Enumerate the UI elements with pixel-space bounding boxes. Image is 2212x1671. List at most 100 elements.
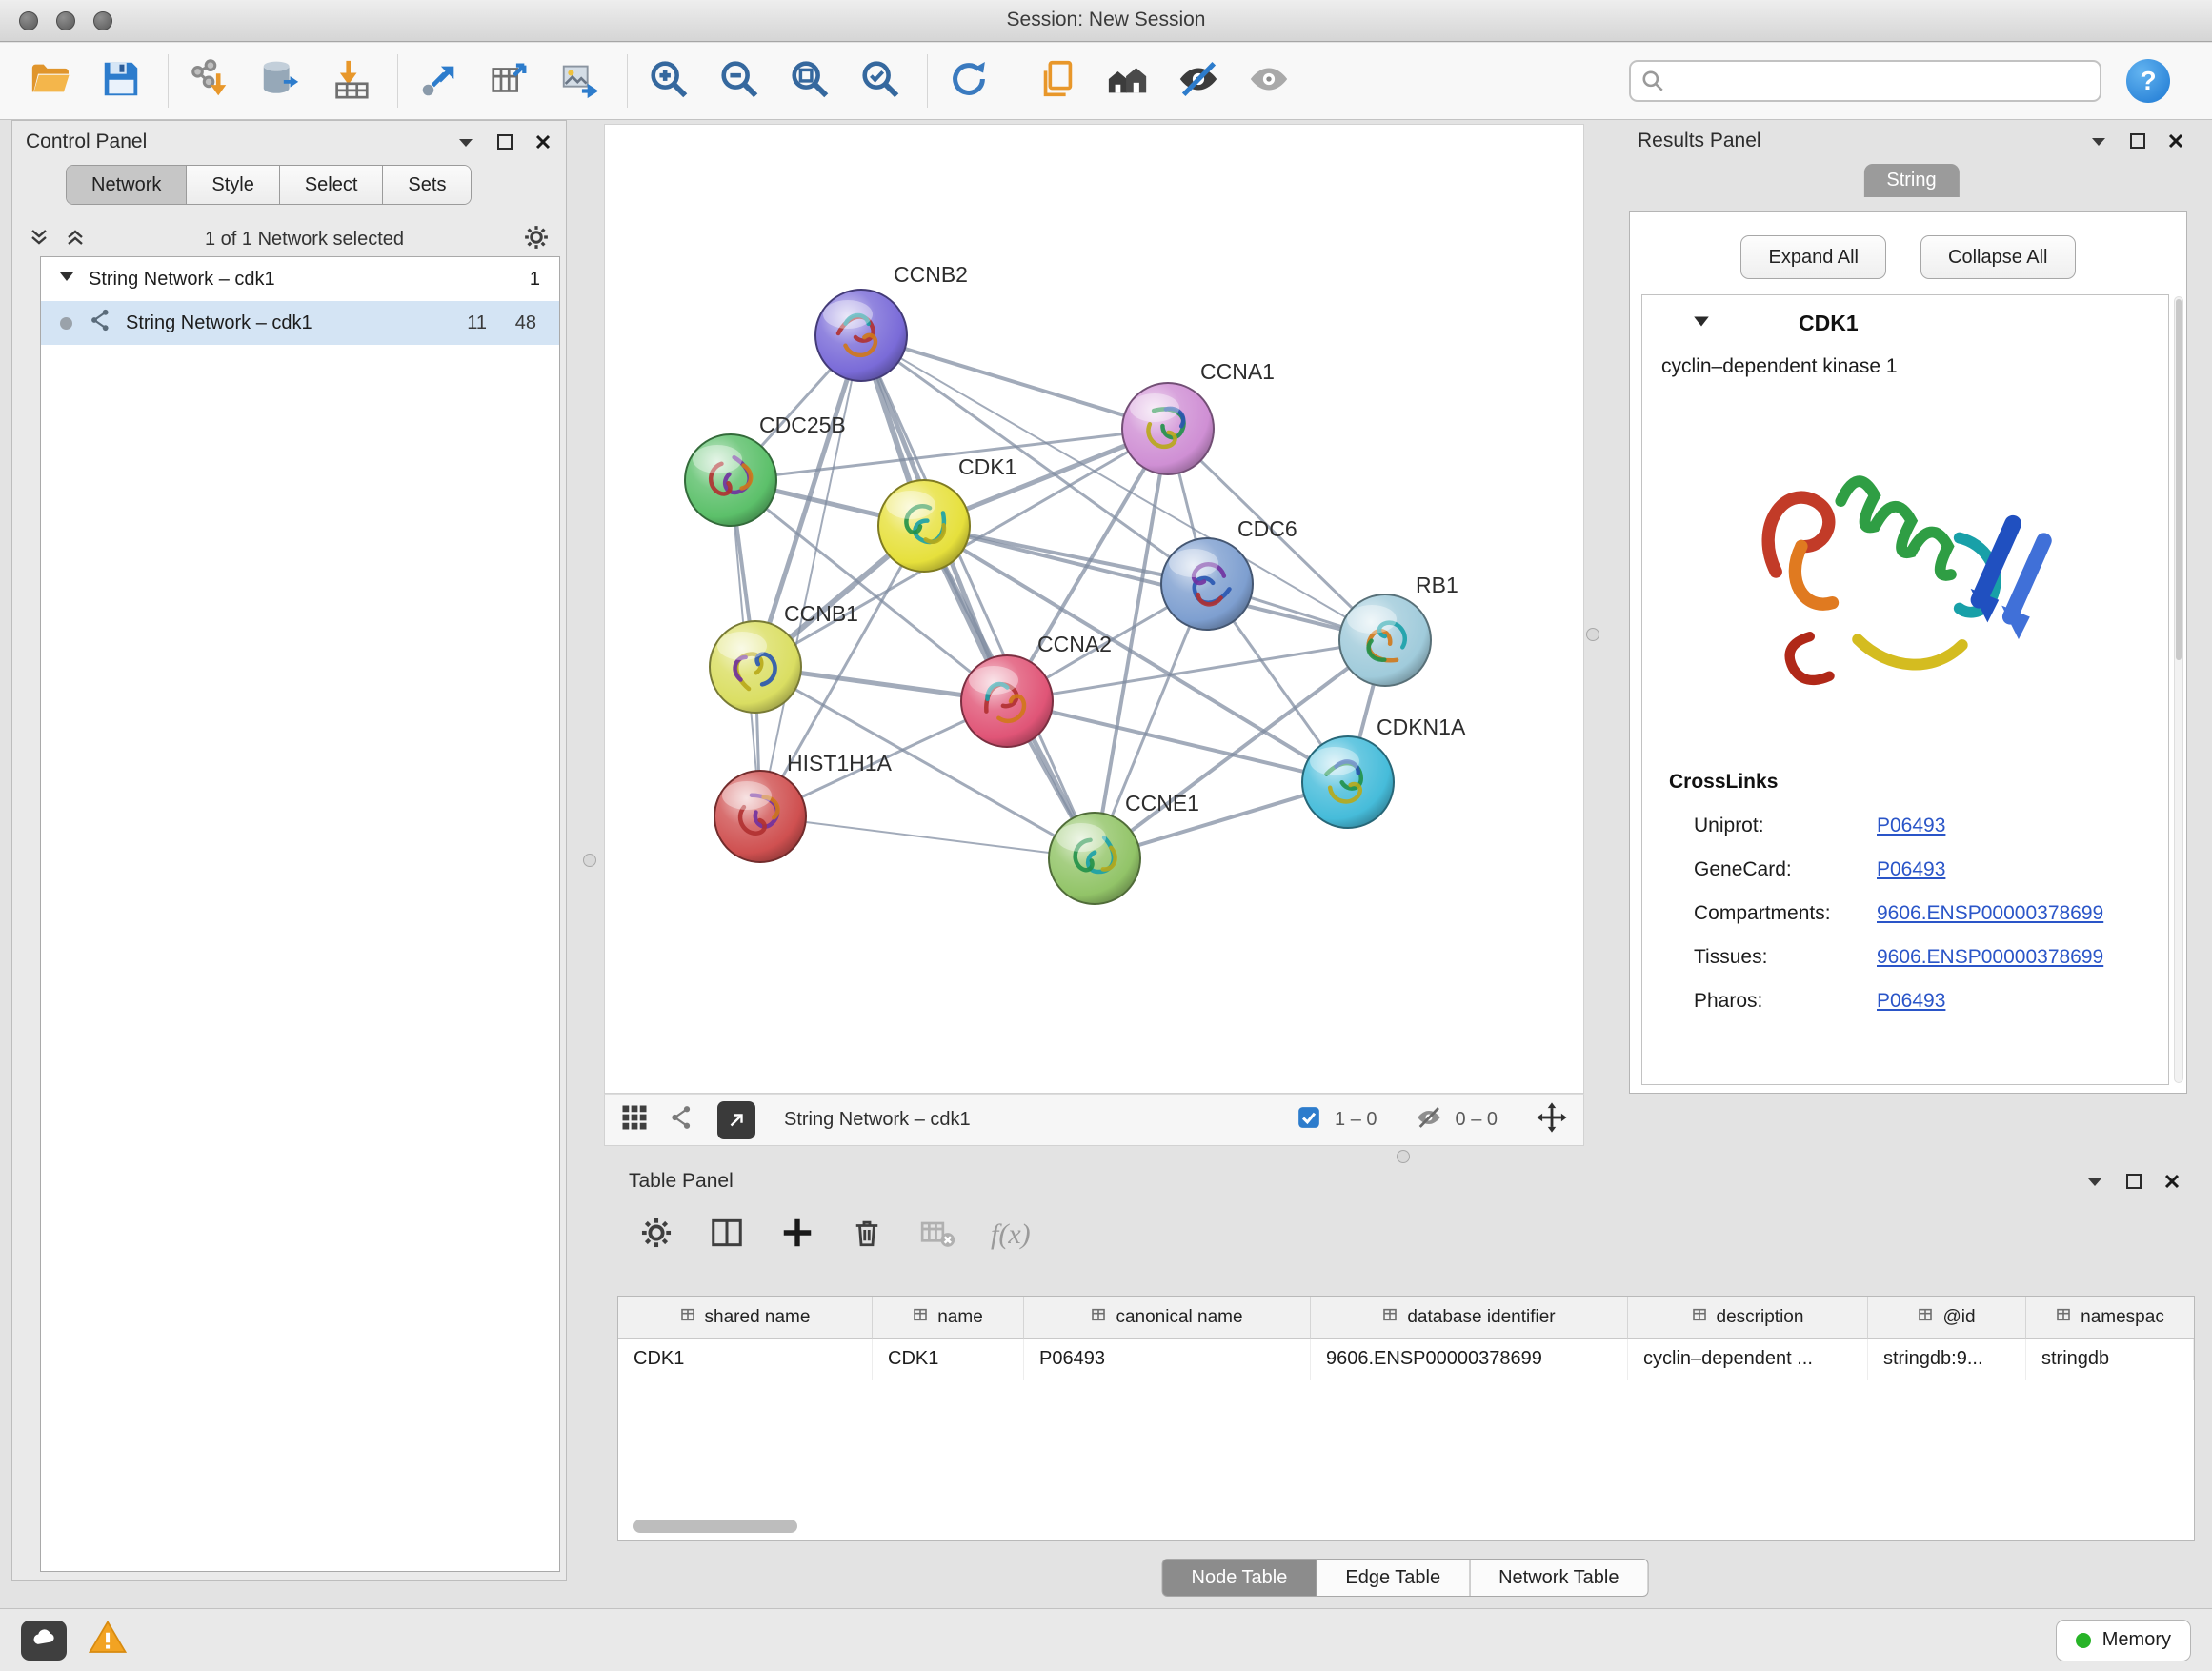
warning-button[interactable]	[88, 1618, 128, 1662]
function-builder-button[interactable]: f(x)	[991, 1218, 1031, 1251]
pan-crosshair-icon[interactable]	[1536, 1101, 1568, 1139]
cell-id[interactable]: stringdb:9...	[1868, 1339, 2026, 1380]
minimize-window-button[interactable]	[56, 11, 75, 30]
table-row[interactable]: CDK1 CDK1 P06493 9606.ENSP00000378699 cy…	[618, 1339, 2194, 1380]
column-header-id[interactable]: @id	[1868, 1297, 2026, 1339]
network-collection-row[interactable]: String Network – cdk1 1	[41, 257, 559, 301]
cell-description[interactable]: cyclin–dependent ...	[1628, 1339, 1868, 1380]
horizontal-scrollbar-thumb[interactable]	[633, 1520, 797, 1533]
crosslink-link[interactable]: 9606.ENSP00000378699	[1877, 902, 2103, 925]
save-session-button[interactable]	[93, 51, 149, 111]
export-image-button[interactable]	[553, 51, 608, 111]
zoom-fit-button[interactable]	[782, 51, 837, 111]
tab-edge-table[interactable]: Edge Table	[1316, 1559, 1470, 1597]
zoom-out-button[interactable]	[712, 51, 767, 111]
entry-disclosure-triangle-icon[interactable]	[1692, 312, 1711, 335]
zoom-window-button[interactable]	[93, 11, 112, 30]
panel-maximize-icon[interactable]	[2124, 1172, 2143, 1191]
results-scrollbar[interactable]	[2174, 296, 2183, 1083]
network-node-ccnb1[interactable]	[710, 621, 801, 713]
network-node-cdc25b[interactable]	[685, 434, 776, 526]
crosslink-link[interactable]: 9606.ENSP00000378699	[1877, 946, 2103, 969]
refresh-button[interactable]	[941, 51, 996, 111]
open-session-button[interactable]	[23, 51, 78, 111]
table-settings-gear-icon[interactable]	[638, 1215, 674, 1256]
cell-name[interactable]: CDK1	[873, 1339, 1024, 1380]
panel-maximize-icon[interactable]	[495, 132, 514, 151]
panel-float-icon[interactable]	[455, 131, 476, 152]
panel-close-icon[interactable]	[2166, 131, 2185, 151]
import-network-database-button[interactable]	[252, 51, 308, 111]
network-node-cdkn1a[interactable]	[1302, 736, 1394, 828]
panel-close-icon[interactable]	[2162, 1172, 2182, 1191]
network-edge[interactable]	[760, 816, 1095, 858]
disclosure-triangle-icon[interactable]	[58, 268, 75, 291]
cell-namespace[interactable]: stringdb	[2026, 1339, 2194, 1380]
selected-checkbox-icon[interactable]	[1297, 1105, 1321, 1136]
zoom-selected-button[interactable]	[853, 51, 908, 111]
network-edge[interactable]	[924, 526, 1385, 640]
network-edge[interactable]	[861, 335, 1168, 429]
close-window-button[interactable]	[19, 11, 38, 30]
column-header-canonical-name[interactable]: canonical name	[1024, 1297, 1311, 1339]
panel-maximize-icon[interactable]	[2128, 131, 2147, 151]
network-tools-button[interactable]	[412, 51, 467, 111]
network-node-rb1[interactable]	[1339, 594, 1431, 686]
tab-sets[interactable]: Sets	[382, 166, 471, 204]
crosslink-link[interactable]: P06493	[1877, 990, 1945, 1013]
help-button[interactable]: ?	[2126, 59, 2170, 103]
import-table-button[interactable]	[323, 51, 378, 111]
network-node-cdk1[interactable]	[878, 480, 970, 572]
hide-selected-button[interactable]	[1171, 51, 1226, 111]
hidden-eye-slash-icon[interactable]	[1416, 1104, 1442, 1137]
tab-node-table[interactable]: Node Table	[1162, 1559, 1317, 1597]
panel-float-icon[interactable]	[2088, 131, 2109, 151]
column-header-shared-name[interactable]: shared name	[618, 1297, 873, 1339]
network-edge[interactable]	[1007, 701, 1348, 782]
network-canvas[interactable]: CCNB2CCNA1CDC25BCDK1CDC6RB1CCNB1CCNA2CDK…	[604, 124, 1584, 1094]
delete-column-trash-icon[interactable]	[850, 1216, 884, 1255]
results-tab-string[interactable]: String	[1863, 164, 1959, 197]
network-node-cdc6[interactable]	[1161, 538, 1253, 630]
duplicate-annotation-button[interactable]	[1030, 51, 1085, 111]
crosslink-link[interactable]: P06493	[1877, 858, 1945, 881]
cell-database-identifier[interactable]: 9606.ENSP00000378699	[1311, 1339, 1628, 1380]
detach-view-button[interactable]	[717, 1101, 755, 1139]
import-network-file-button[interactable]	[182, 51, 237, 111]
show-all-button[interactable]	[1241, 51, 1297, 111]
collapse-all-button[interactable]: Collapse All	[1920, 235, 2076, 279]
tab-style[interactable]: Style	[186, 166, 278, 204]
crosslink-link[interactable]: P06493	[1877, 815, 1945, 837]
network-node-ccna1[interactable]	[1122, 383, 1214, 474]
network-edge[interactable]	[760, 335, 861, 816]
splitter-handle[interactable]	[583, 854, 596, 867]
column-header-name[interactable]: name	[873, 1297, 1024, 1339]
layout-home-button[interactable]	[1100, 51, 1156, 111]
cell-shared-name[interactable]: CDK1	[618, 1339, 873, 1380]
network-options-gear-icon[interactable]	[522, 223, 551, 256]
search-input[interactable]	[1629, 60, 2101, 102]
grid-view-icon[interactable]	[620, 1103, 649, 1137]
column-header-description[interactable]: description	[1628, 1297, 1868, 1339]
show-columns-icon[interactable]	[709, 1215, 745, 1256]
memory-button[interactable]: Memory	[2056, 1620, 2191, 1661]
network-share-icon[interactable]	[668, 1103, 696, 1137]
column-header-namespace[interactable]: namespac	[2026, 1297, 2194, 1339]
network-node-ccna2[interactable]	[961, 655, 1053, 747]
network-node-ccne1[interactable]	[1049, 813, 1140, 904]
tab-network[interactable]: Network	[67, 166, 186, 204]
add-column-icon[interactable]	[779, 1215, 815, 1256]
network-node-hist1h1a[interactable]	[714, 771, 806, 862]
network-row-selected[interactable]: String Network – cdk1 11 48	[41, 301, 559, 345]
network-node-ccnb2[interactable]	[815, 290, 907, 381]
tab-select[interactable]: Select	[279, 166, 383, 204]
cell-canonical-name[interactable]: P06493	[1024, 1339, 1311, 1380]
network-from-table-button[interactable]	[482, 51, 537, 111]
tab-network-table[interactable]: Network Table	[1469, 1559, 1648, 1597]
collapse-all-networks-icon[interactable]	[64, 226, 87, 253]
cloud-status-button[interactable]	[21, 1621, 67, 1661]
column-header-database-identifier[interactable]: database identifier	[1311, 1297, 1628, 1339]
panel-close-icon[interactable]	[533, 132, 553, 151]
splitter-handle[interactable]	[1586, 628, 1599, 641]
expand-all-button[interactable]: Expand All	[1740, 235, 1886, 279]
